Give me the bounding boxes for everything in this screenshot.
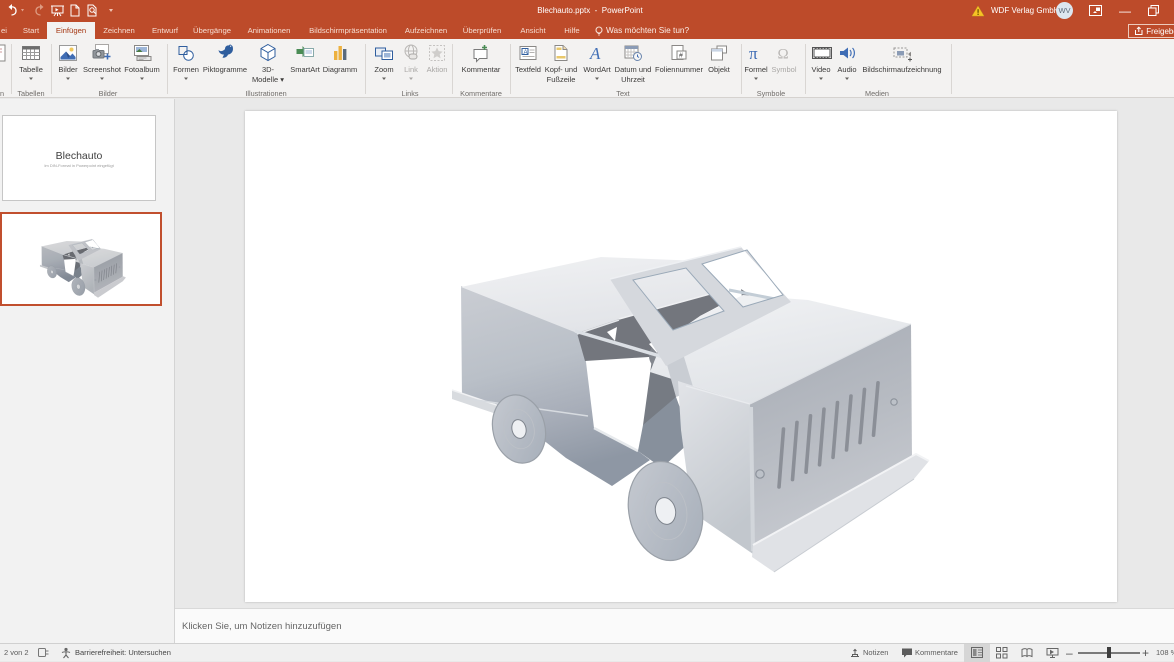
svg-text:A: A bbox=[524, 50, 528, 56]
svg-text:A: A bbox=[589, 44, 601, 63]
svg-text:#: # bbox=[679, 53, 683, 60]
svg-text:Ω: Ω bbox=[778, 47, 789, 63]
svg-text:π: π bbox=[749, 44, 758, 63]
